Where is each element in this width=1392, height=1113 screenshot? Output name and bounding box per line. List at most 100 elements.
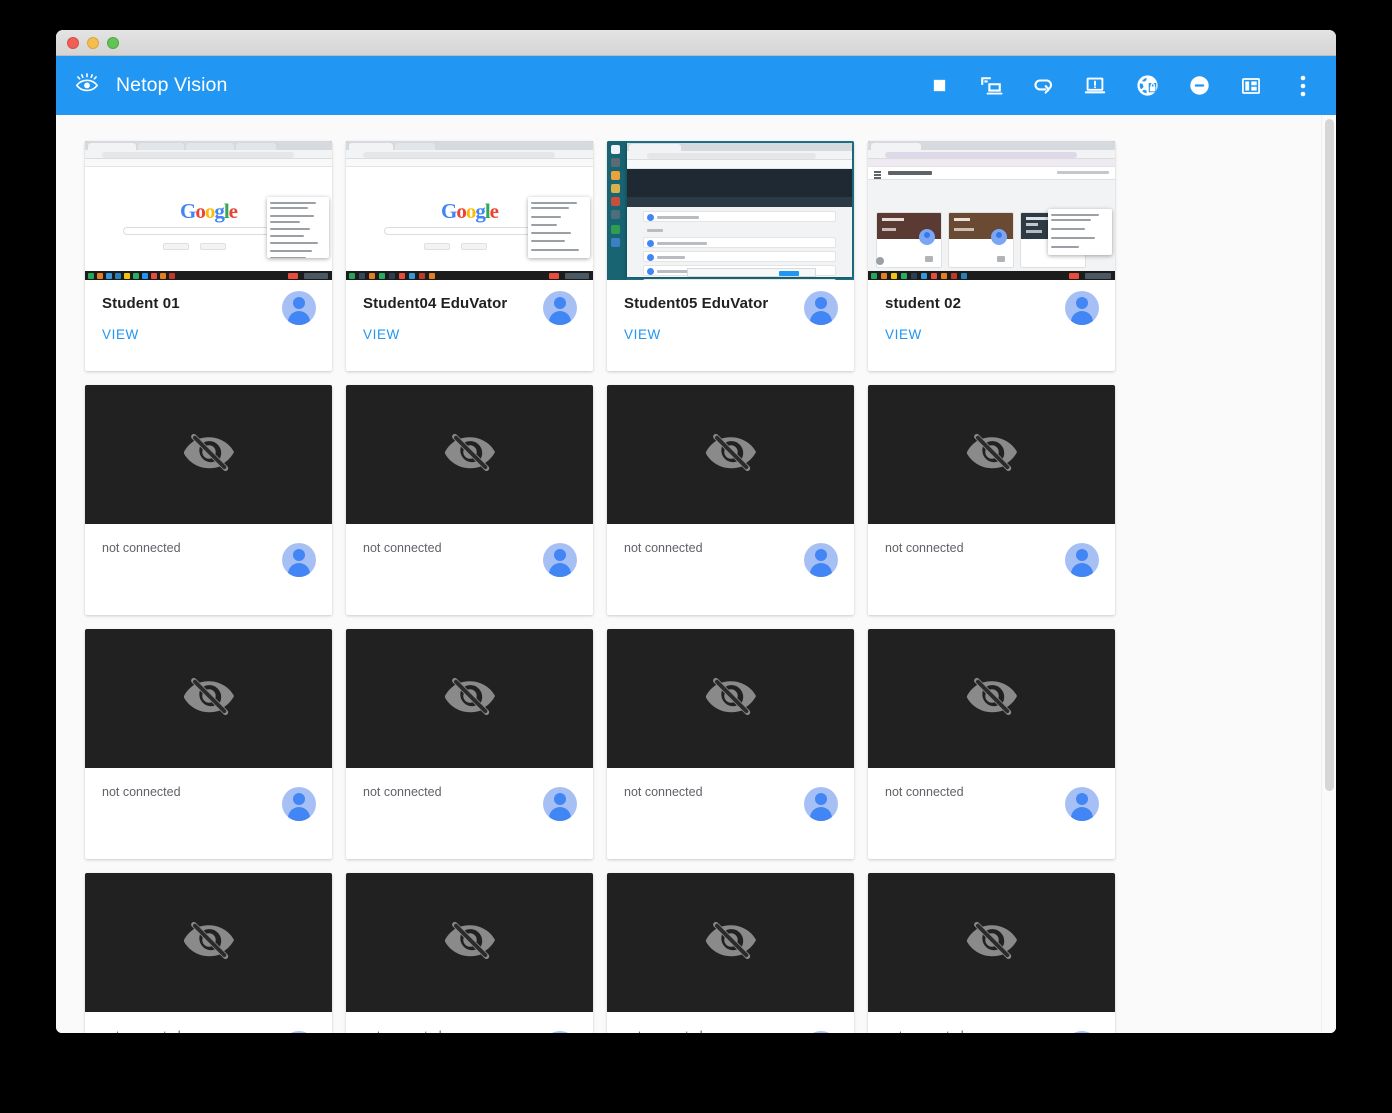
- student-card[interactable]: not connected: [868, 873, 1115, 1033]
- eye-off-icon: [178, 909, 240, 976]
- overflow-menu-button[interactable]: [1290, 73, 1316, 99]
- attention-button[interactable]: [1082, 73, 1108, 99]
- student-card[interactable]: not connected: [868, 385, 1115, 615]
- person-avatar-icon: [282, 291, 316, 325]
- student-card[interactable]: not connected: [607, 629, 854, 859]
- layout-button[interactable]: [1238, 73, 1264, 99]
- student-screen-thumbnail[interactable]: [868, 385, 1115, 524]
- app-title: Netop Vision: [116, 74, 228, 96]
- eye-off-icon: [961, 909, 1023, 976]
- student-card-body: not connected: [607, 524, 854, 615]
- student-screen-thumbnail[interactable]: [85, 873, 332, 1012]
- student-screen-thumbnail[interactable]: [346, 873, 593, 1012]
- student-screen-thumbnail[interactable]: [607, 385, 854, 524]
- vertical-scrollbar-track[interactable]: [1321, 115, 1336, 1033]
- mini-windows-desktop-classroom: [607, 141, 854, 280]
- person-avatar-icon: [282, 787, 316, 821]
- student-screen-thumbnail[interactable]: [607, 873, 854, 1012]
- student-card-body: Student05 EduVator VIEW: [607, 280, 854, 371]
- send-link-button[interactable]: [1030, 73, 1056, 99]
- student-card[interactable]: not connected: [346, 629, 593, 859]
- student-card[interactable]: Student05 EduVator VIEW: [607, 141, 854, 371]
- window-maximize-button[interactable]: [107, 36, 119, 49]
- laptop-alert-icon: [1083, 74, 1107, 98]
- student-card-body: Student 01 VIEW: [85, 280, 332, 371]
- person-avatar-icon: [804, 543, 838, 577]
- student-card[interactable]: student 02 VIEW: [868, 141, 1115, 371]
- eye-off-icon: [178, 421, 240, 488]
- student-screen-thumbnail[interactable]: Google: [346, 141, 593, 280]
- window-titlebar: [56, 30, 1336, 56]
- student-card[interactable]: not connected: [85, 629, 332, 859]
- blank-screen-button[interactable]: [926, 73, 952, 99]
- brand-area: Netop Vision: [74, 70, 227, 101]
- app-header: Netop Vision: [56, 56, 1336, 115]
- link-forward-icon: [1031, 73, 1056, 98]
- student-card-body: not connected: [346, 1012, 593, 1033]
- mini-browser-google-classroom: [868, 141, 1115, 280]
- globe-lock-icon: [1135, 73, 1160, 98]
- header-toolbar: [926, 73, 1316, 99]
- student-card-body: not connected: [346, 768, 593, 859]
- view-button[interactable]: VIEW: [102, 327, 139, 342]
- vertical-scrollbar-thumb[interactable]: [1325, 119, 1334, 791]
- student-card[interactable]: Google: [85, 141, 332, 371]
- window-close-button[interactable]: [67, 36, 79, 49]
- eye-off-icon: [439, 421, 501, 488]
- student-card[interactable]: not connected: [346, 385, 593, 615]
- window-minimize-button[interactable]: [87, 36, 99, 49]
- student-card-body: not connected: [868, 1012, 1115, 1033]
- student-screen-thumbnail[interactable]: [607, 141, 854, 280]
- student-screen-thumbnail[interactable]: [868, 629, 1115, 768]
- view-button[interactable]: VIEW: [363, 327, 400, 342]
- student-screen-thumbnail[interactable]: [85, 629, 332, 768]
- student-card-body: not connected: [85, 524, 332, 615]
- person-avatar-icon: [1065, 787, 1099, 821]
- person-avatar-icon: [543, 291, 577, 325]
- view-button[interactable]: VIEW: [624, 327, 661, 342]
- web-filter-button[interactable]: [1134, 73, 1160, 99]
- student-card[interactable]: not connected: [607, 873, 854, 1033]
- three-dots-icon: [1300, 75, 1306, 97]
- student-card[interactable]: not connected: [868, 629, 1115, 859]
- student-screen-thumbnail[interactable]: [868, 873, 1115, 1012]
- eye-off-icon: [961, 421, 1023, 488]
- student-screen-thumbnail[interactable]: [85, 385, 332, 524]
- student-card[interactable]: not connected: [607, 385, 854, 615]
- screen-share-icon: [979, 74, 1003, 98]
- person-avatar-icon: [1065, 543, 1099, 577]
- student-screen-thumbnail[interactable]: [868, 141, 1115, 280]
- person-avatar-icon: [804, 291, 838, 325]
- stop-square-icon: [931, 77, 948, 94]
- application-window: Netop Vision Google Student 01 VIEW Goog…: [56, 30, 1336, 1033]
- student-screen-thumbnail[interactable]: [346, 385, 593, 524]
- student-screen-thumbnail[interactable]: Google: [85, 141, 332, 280]
- student-card[interactable]: not connected: [346, 873, 593, 1033]
- student-card[interactable]: not connected: [85, 873, 332, 1033]
- eye-off-icon: [700, 909, 762, 976]
- panel-layout-icon: [1240, 75, 1262, 97]
- student-grid-scroll-area[interactable]: Google Student 01 VIEW Google Student04 …: [56, 115, 1336, 1033]
- connection-status: not connected: [624, 1026, 840, 1033]
- eye-off-icon: [439, 909, 501, 976]
- person-avatar-icon: [543, 787, 577, 821]
- student-card[interactable]: Google: [346, 141, 593, 371]
- student-card-body: not connected: [346, 524, 593, 615]
- eye-icon: [74, 70, 100, 101]
- connection-status: not connected: [102, 1026, 318, 1033]
- minus-circle-icon: [1188, 74, 1211, 97]
- block-button[interactable]: [1186, 73, 1212, 99]
- student-screen-thumbnail[interactable]: [346, 629, 593, 768]
- student-card[interactable]: not connected: [85, 385, 332, 615]
- demo-button[interactable]: [978, 73, 1004, 99]
- eye-off-icon: [961, 665, 1023, 732]
- person-avatar-icon: [543, 543, 577, 577]
- connection-status: not connected: [363, 1026, 579, 1033]
- mini-browser-google-search: Google: [85, 141, 332, 280]
- person-avatar-icon: [1065, 291, 1099, 325]
- view-button[interactable]: VIEW: [885, 327, 922, 342]
- student-card-body: not connected: [607, 768, 854, 859]
- connection-status: not connected: [885, 1026, 1101, 1033]
- student-screen-thumbnail[interactable]: [607, 629, 854, 768]
- student-card-body: student 02 VIEW: [868, 280, 1115, 371]
